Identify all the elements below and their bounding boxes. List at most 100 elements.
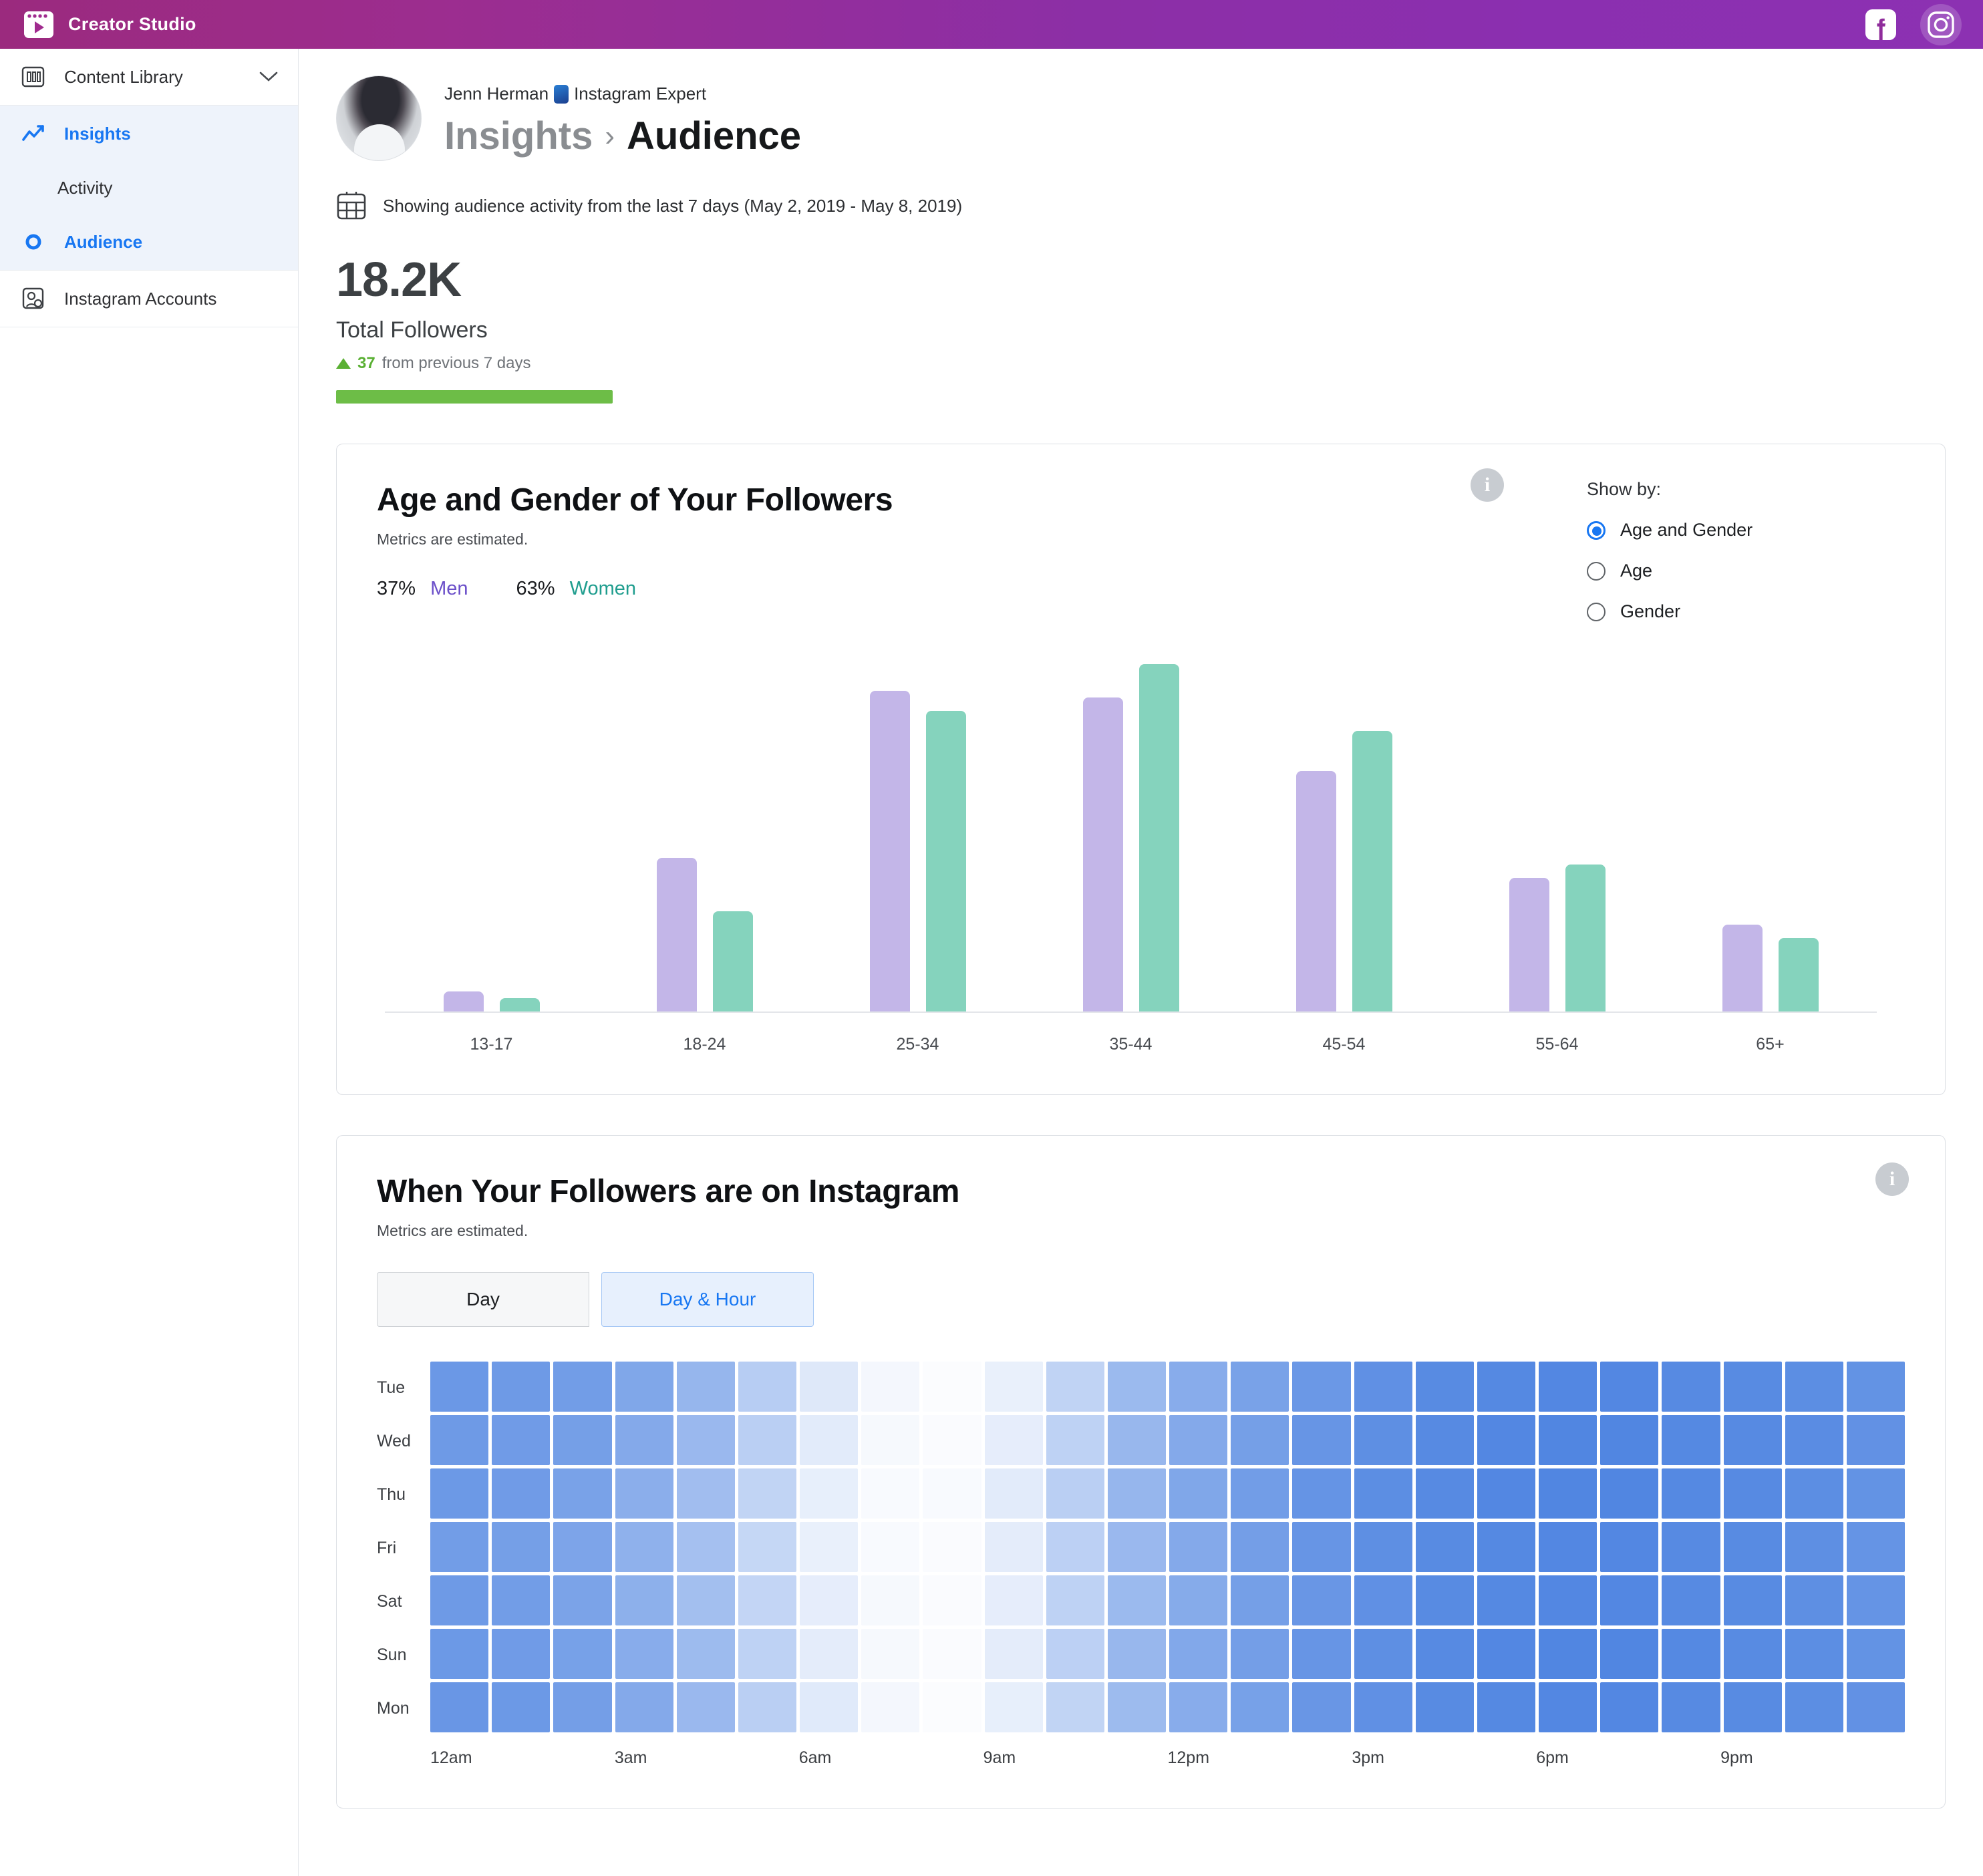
heatmap-cell[interactable]: [1662, 1682, 1720, 1732]
heatmap-cell[interactable]: [1292, 1468, 1351, 1519]
heatmap-cell[interactable]: [553, 1468, 612, 1519]
heatmap-cell[interactable]: [1539, 1629, 1597, 1679]
heatmap-cell[interactable]: [1169, 1468, 1228, 1519]
heatmap-cell[interactable]: [1046, 1682, 1104, 1732]
heatmap-cell[interactable]: [676, 1415, 735, 1465]
heatmap-cell[interactable]: [676, 1575, 735, 1625]
heatmap-cell[interactable]: [861, 1575, 920, 1625]
heatmap-cell[interactable]: [861, 1415, 920, 1465]
heatmap-cell[interactable]: [676, 1629, 735, 1679]
heatmap-cell[interactable]: [1477, 1522, 1536, 1572]
heatmap-cell[interactable]: [1846, 1362, 1905, 1412]
heatmap-cell[interactable]: [1046, 1575, 1104, 1625]
heatmap-cell[interactable]: [1046, 1415, 1104, 1465]
radio-button[interactable]: [1587, 520, 1606, 540]
bar-women[interactable]: [1352, 731, 1392, 1011]
heatmap-cell[interactable]: [1107, 1682, 1167, 1732]
heatmap-cell[interactable]: [492, 1575, 551, 1625]
sidebar-item-activity[interactable]: Activity: [0, 162, 298, 214]
heatmap-cell[interactable]: [1231, 1682, 1289, 1732]
heatmap-cell[interactable]: [1662, 1468, 1720, 1519]
heatmap-cell[interactable]: [1107, 1468, 1167, 1519]
heatmap-cell[interactable]: [1292, 1362, 1351, 1412]
heatmap-cell[interactable]: [1539, 1468, 1597, 1519]
heatmap-cell[interactable]: [800, 1468, 859, 1519]
heatmap-cell[interactable]: [984, 1575, 1043, 1625]
heatmap-cell[interactable]: [1107, 1629, 1167, 1679]
heatmap-cell[interactable]: [553, 1575, 612, 1625]
heatmap-cell[interactable]: [1539, 1362, 1597, 1412]
bar-men[interactable]: [869, 691, 910, 1011]
heatmap-cell[interactable]: [1662, 1362, 1720, 1412]
heatmap-cell[interactable]: [430, 1575, 489, 1625]
heatmap-cell[interactable]: [1415, 1415, 1474, 1465]
heatmap-cell[interactable]: [984, 1468, 1043, 1519]
heatmap-cell[interactable]: [553, 1362, 612, 1412]
heatmap-cell[interactable]: [861, 1629, 920, 1679]
heatmap-cell[interactable]: [984, 1415, 1043, 1465]
heatmap-cell[interactable]: [1539, 1575, 1597, 1625]
heatmap-cell[interactable]: [553, 1415, 612, 1465]
heatmap-cell[interactable]: [1539, 1415, 1597, 1465]
heatmap-cell[interactable]: [1415, 1362, 1474, 1412]
heatmap-cell[interactable]: [1600, 1362, 1659, 1412]
heatmap-cell[interactable]: [923, 1362, 981, 1412]
bar-women[interactable]: [499, 998, 540, 1011]
heatmap-cell[interactable]: [738, 1575, 797, 1625]
heatmap-cell[interactable]: [1662, 1522, 1720, 1572]
heatmap-cell[interactable]: [1231, 1522, 1289, 1572]
heatmap-cell[interactable]: [615, 1415, 673, 1465]
heatmap-cell[interactable]: [676, 1682, 735, 1732]
heatmap-cell[interactable]: [1231, 1362, 1289, 1412]
heatmap-cell[interactable]: [1354, 1682, 1412, 1732]
heatmap-cell[interactable]: [676, 1362, 735, 1412]
heatmap-cell[interactable]: [1415, 1629, 1474, 1679]
heatmap-cell[interactable]: [738, 1362, 797, 1412]
heatmap-cell[interactable]: [1231, 1415, 1289, 1465]
heatmap-cell[interactable]: [1600, 1682, 1659, 1732]
heatmap-cell[interactable]: [492, 1522, 551, 1572]
heatmap-cell[interactable]: [1169, 1629, 1228, 1679]
heatmap-cell[interactable]: [1354, 1629, 1412, 1679]
breadcrumb-parent[interactable]: Insights: [444, 114, 593, 158]
heatmap-cell[interactable]: [492, 1682, 551, 1732]
bar-men[interactable]: [656, 858, 697, 1011]
heatmap-cell[interactable]: [615, 1468, 673, 1519]
heatmap-cell[interactable]: [430, 1629, 489, 1679]
heatmap-cell[interactable]: [492, 1362, 551, 1412]
sidebar-item-instagram-accounts[interactable]: Instagram Accounts: [0, 271, 298, 327]
heatmap-cell[interactable]: [1107, 1575, 1167, 1625]
heatmap-cell[interactable]: [1169, 1522, 1228, 1572]
heatmap-cell[interactable]: [553, 1522, 612, 1572]
heatmap-cell[interactable]: [1354, 1415, 1412, 1465]
heatmap-cell[interactable]: [615, 1362, 673, 1412]
heatmap-cell[interactable]: [1662, 1415, 1720, 1465]
heatmap-cell[interactable]: [861, 1522, 920, 1572]
heatmap-cell[interactable]: [1723, 1522, 1782, 1572]
heatmap-cell[interactable]: [430, 1415, 489, 1465]
heatmap-cell[interactable]: [1415, 1682, 1474, 1732]
heatmap-cell[interactable]: [800, 1522, 859, 1572]
heatmap-cell[interactable]: [1046, 1362, 1104, 1412]
heatmap-cell[interactable]: [861, 1682, 920, 1732]
heatmap-cell[interactable]: [1107, 1415, 1167, 1465]
heatmap-cell[interactable]: [923, 1468, 981, 1519]
heatmap-cell[interactable]: [1723, 1415, 1782, 1465]
heatmap-cell[interactable]: [1415, 1522, 1474, 1572]
heatmap-cell[interactable]: [1046, 1468, 1104, 1519]
heatmap-cell[interactable]: [1846, 1522, 1905, 1572]
heatmap-cell[interactable]: [1723, 1629, 1782, 1679]
show-by-option-2[interactable]: Gender: [1587, 601, 1908, 622]
bar-women[interactable]: [1138, 664, 1179, 1011]
radio-button[interactable]: [1587, 602, 1606, 621]
heatmap-cell[interactable]: [1354, 1575, 1412, 1625]
heatmap-cell[interactable]: [1046, 1522, 1104, 1572]
heatmap-cell[interactable]: [615, 1629, 673, 1679]
toggle-day-hour[interactable]: Day & Hour: [601, 1272, 814, 1327]
bar-women[interactable]: [712, 911, 753, 1011]
info-icon[interactable]: i: [1471, 468, 1504, 502]
heatmap-cell[interactable]: [923, 1682, 981, 1732]
heatmap-cell[interactable]: [615, 1575, 673, 1625]
heatmap-cell[interactable]: [1477, 1575, 1536, 1625]
bar-women[interactable]: [1778, 938, 1819, 1011]
